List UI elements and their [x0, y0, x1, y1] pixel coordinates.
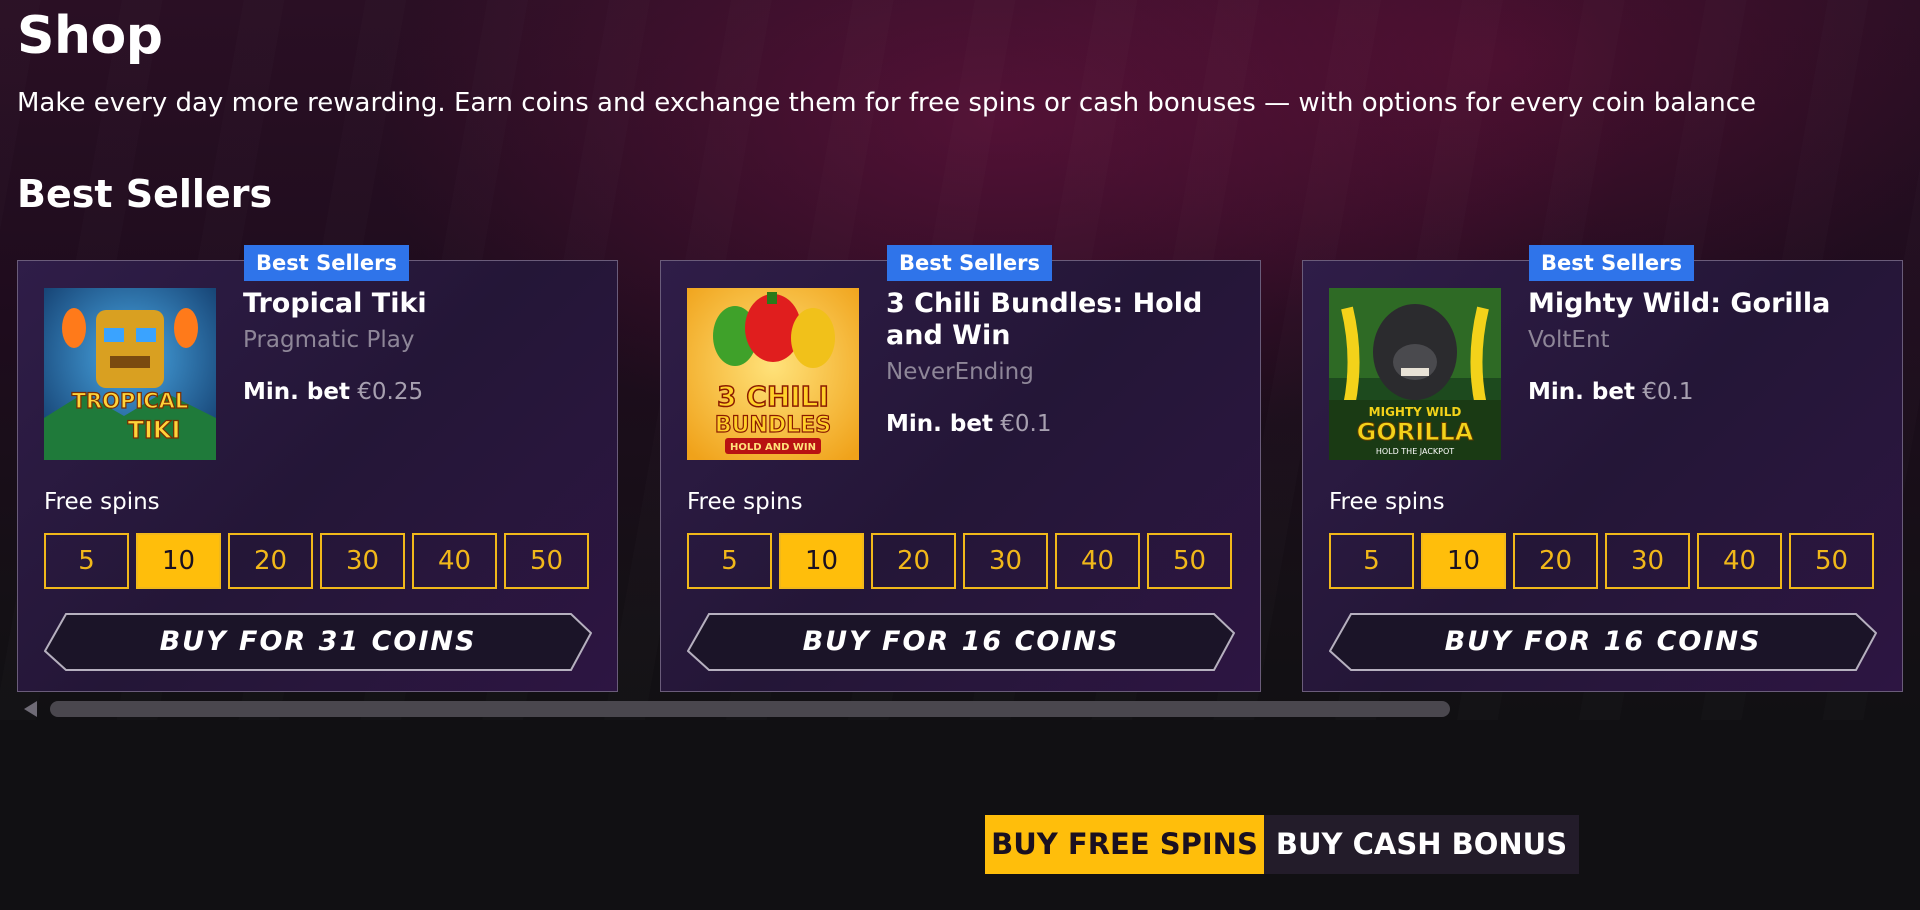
min-bet-value: €0.1 — [1000, 411, 1052, 437]
spin-option-40[interactable]: 40 — [412, 533, 497, 589]
spin-option-5[interactable]: 5 — [687, 533, 772, 589]
product-card-mighty-wild-gorilla: Best Sellers MIGHTY WILD GORILLA HOLD TH… — [1302, 245, 1903, 692]
page-title: Shop — [17, 6, 163, 66]
game-thumbnail-3-chili-bundles[interactable]: 3 CHILI BUNDLES HOLD AND WIN — [687, 288, 859, 460]
min-bet-label: Min. bet — [886, 411, 993, 437]
spin-option-50[interactable]: 50 — [1147, 533, 1232, 589]
spin-option-20[interactable]: 20 — [871, 533, 956, 589]
spin-option-40[interactable]: 40 — [1697, 533, 1782, 589]
game-provider: Pragmatic Play — [243, 327, 415, 353]
spin-option-5[interactable]: 5 — [44, 533, 129, 589]
min-bet-value: €0.1 — [1642, 379, 1694, 405]
buy-button-label: BUY FOR 16 COINS — [802, 626, 1120, 657]
game-title[interactable]: Tropical Tiki — [243, 288, 593, 320]
carousel-scrollbar[interactable] — [50, 701, 1450, 717]
best-seller-badge: Best Sellers — [244, 245, 409, 281]
spin-option-10-selected[interactable]: 10 — [136, 533, 221, 589]
product-card-3-chili-bundles: Best Sellers 3 CHILI BUNDLES HOLD AND WI… — [660, 245, 1261, 692]
spin-option-30[interactable]: 30 — [320, 533, 405, 589]
tab-buy-free-spins[interactable]: BUY FREE SPINS — [985, 815, 1264, 874]
game-provider: NeverEnding — [886, 359, 1034, 385]
scrollbar-thumb[interactable] — [50, 701, 1450, 717]
thumb-logo-line-2: GORILLA — [1357, 418, 1474, 446]
buy-button[interactable]: BUY FOR 16 COINS — [687, 613, 1235, 671]
min-bet-label: Min. bet — [1528, 379, 1635, 405]
spin-option-5[interactable]: 5 — [1329, 533, 1414, 589]
game-title[interactable]: 3 Chili Bundles: Hold and Win — [886, 288, 1236, 352]
min-bet-label: Min. bet — [243, 379, 350, 405]
free-spins-label: Free spins — [687, 489, 803, 515]
free-spins-options: 5 10 20 30 40 50 — [1329, 533, 1877, 589]
spin-option-50[interactable]: 50 — [1789, 533, 1874, 589]
spin-option-50[interactable]: 50 — [504, 533, 589, 589]
best-seller-badge: Best Sellers — [1529, 245, 1694, 281]
page-subtitle: Make every day more rewarding. Earn coin… — [17, 88, 1757, 118]
triangle-left-icon[interactable] — [24, 701, 37, 717]
game-title[interactable]: Mighty Wild: Gorilla — [1528, 288, 1878, 320]
thumb-logo-line-3: HOLD AND WIN — [730, 442, 816, 453]
thumb-logo-line-3: HOLD THE JACKPOT — [1376, 447, 1454, 456]
game-thumbnail-mighty-wild-gorilla[interactable]: MIGHTY WILD GORILLA HOLD THE JACKPOT — [1329, 288, 1501, 460]
spin-option-20[interactable]: 20 — [1513, 533, 1598, 589]
thumb-logo-line-1: MIGHTY WILD — [1369, 405, 1462, 419]
shop-page: Shop Make every day more rewarding. Earn… — [0, 0, 1920, 910]
spin-option-10-selected[interactable]: 10 — [1421, 533, 1506, 589]
free-spins-label: Free spins — [44, 489, 160, 515]
min-bet: Min. bet €0.25 — [243, 379, 423, 405]
buy-button-label: BUY FOR 16 COINS — [1444, 626, 1762, 657]
spin-option-30[interactable]: 30 — [1605, 533, 1690, 589]
free-spins-label: Free spins — [1329, 489, 1445, 515]
spin-option-40[interactable]: 40 — [1055, 533, 1140, 589]
thumb-logo-line-2: TIKI — [128, 416, 181, 444]
min-bet: Min. bet €0.1 — [886, 411, 1051, 437]
thumb-logo-line-1: 3 CHILI — [717, 380, 829, 413]
spin-option-10-selected[interactable]: 10 — [779, 533, 864, 589]
free-spins-options: 5 10 20 30 40 50 — [44, 533, 592, 589]
thumb-logo-line-2: BUNDLES — [715, 413, 831, 438]
min-bet-value: €0.25 — [357, 379, 424, 405]
buy-button[interactable]: BUY FOR 16 COINS — [1329, 613, 1877, 671]
min-bet: Min. bet €0.1 — [1528, 379, 1693, 405]
game-provider: VoltEnt — [1528, 327, 1610, 353]
spin-option-20[interactable]: 20 — [228, 533, 313, 589]
section-title-best-sellers: Best Sellers — [17, 172, 273, 216]
best-seller-badge: Best Sellers — [887, 245, 1052, 281]
tab-buy-cash-bonus[interactable]: BUY CASH BONUS — [1264, 815, 1579, 874]
buy-button[interactable]: BUY FOR 31 COINS — [44, 613, 592, 671]
product-card-tropical-tiki: Best Sellers TROPICAL TIKI Tropical Tiki… — [17, 245, 618, 692]
free-spins-options: 5 10 20 30 40 50 — [687, 533, 1235, 589]
thumb-logo-line-1: TROPICAL — [72, 389, 189, 413]
buy-button-label: BUY FOR 31 COINS — [159, 626, 477, 657]
game-thumbnail-tropical-tiki[interactable]: TROPICAL TIKI — [44, 288, 216, 460]
spin-option-30[interactable]: 30 — [963, 533, 1048, 589]
